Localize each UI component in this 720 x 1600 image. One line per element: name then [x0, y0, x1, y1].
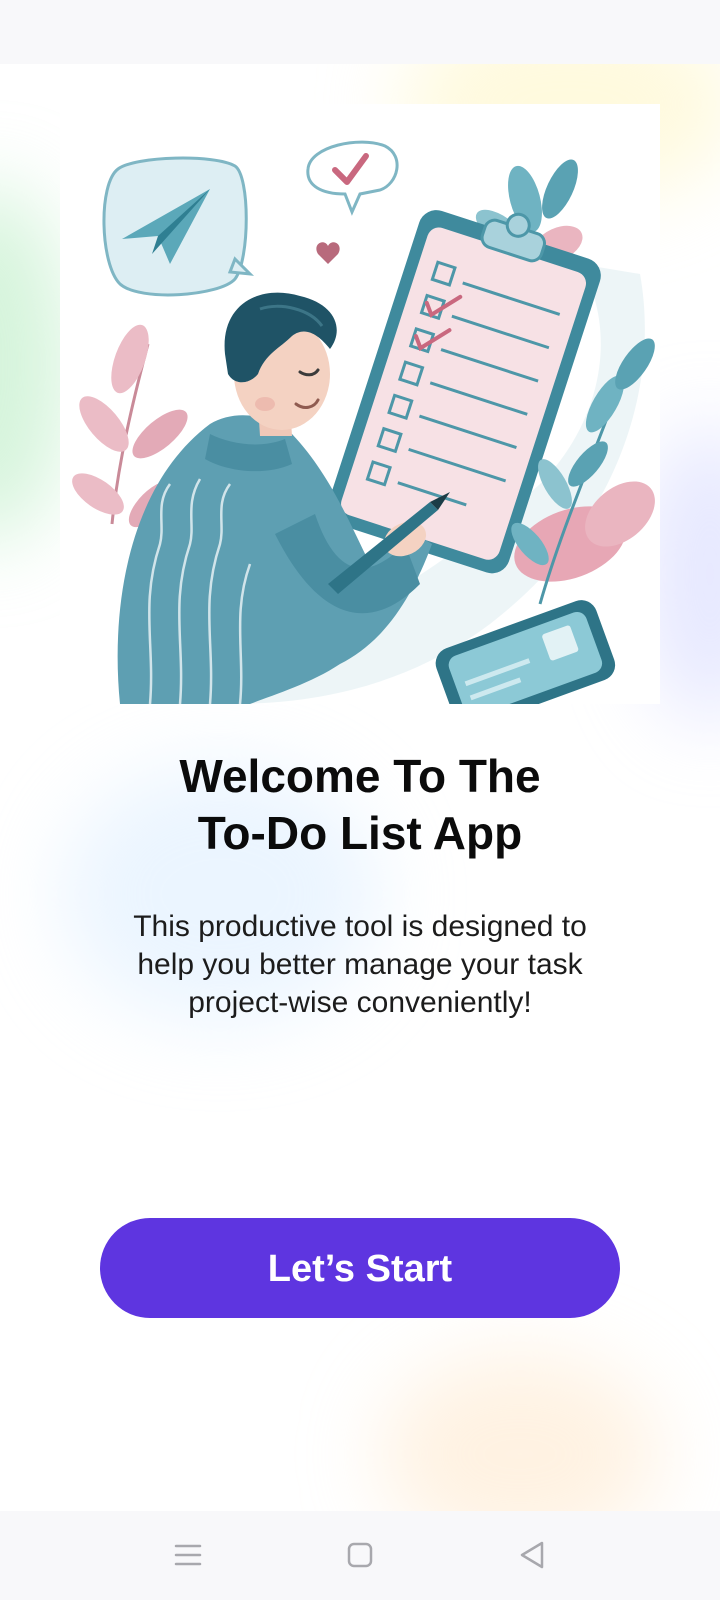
heart-icon: [316, 242, 340, 264]
welcome-title-line-2: To-Do List App: [197, 807, 523, 859]
recent-apps-button[interactable]: [162, 1533, 214, 1577]
menu-icon: [174, 1544, 202, 1566]
illustration-svg: [72, 140, 655, 704]
back-button[interactable]: [506, 1533, 558, 1577]
paper-plane-icon: [102, 156, 255, 297]
onboarding-illustration: [60, 104, 660, 704]
home-square-icon: [347, 1542, 373, 1568]
status-bar: [0, 0, 720, 64]
welcome-description: This productive tool is designed to help…: [90, 908, 630, 1022]
system-navigation-bar: [0, 1511, 720, 1600]
description-line-1: This productive tool is designed to: [133, 910, 587, 943]
description-line-2: help you better manage your task: [137, 948, 583, 981]
back-triangle-icon: [520, 1541, 544, 1569]
background-glow-peach: [380, 1354, 660, 1511]
home-button[interactable]: [334, 1533, 386, 1577]
onboarding-screen: Welcome To The To-Do List App This produ…: [0, 64, 720, 1511]
description-line-3: project-wise conveniently!: [188, 986, 532, 1019]
lets-start-button[interactable]: Let’s Start: [100, 1218, 620, 1318]
checkmark-bubble-icon: [306, 140, 399, 216]
welcome-title-line-1: Welcome To The: [179, 750, 541, 802]
welcome-title: Welcome To The To-Do List App: [60, 748, 660, 862]
